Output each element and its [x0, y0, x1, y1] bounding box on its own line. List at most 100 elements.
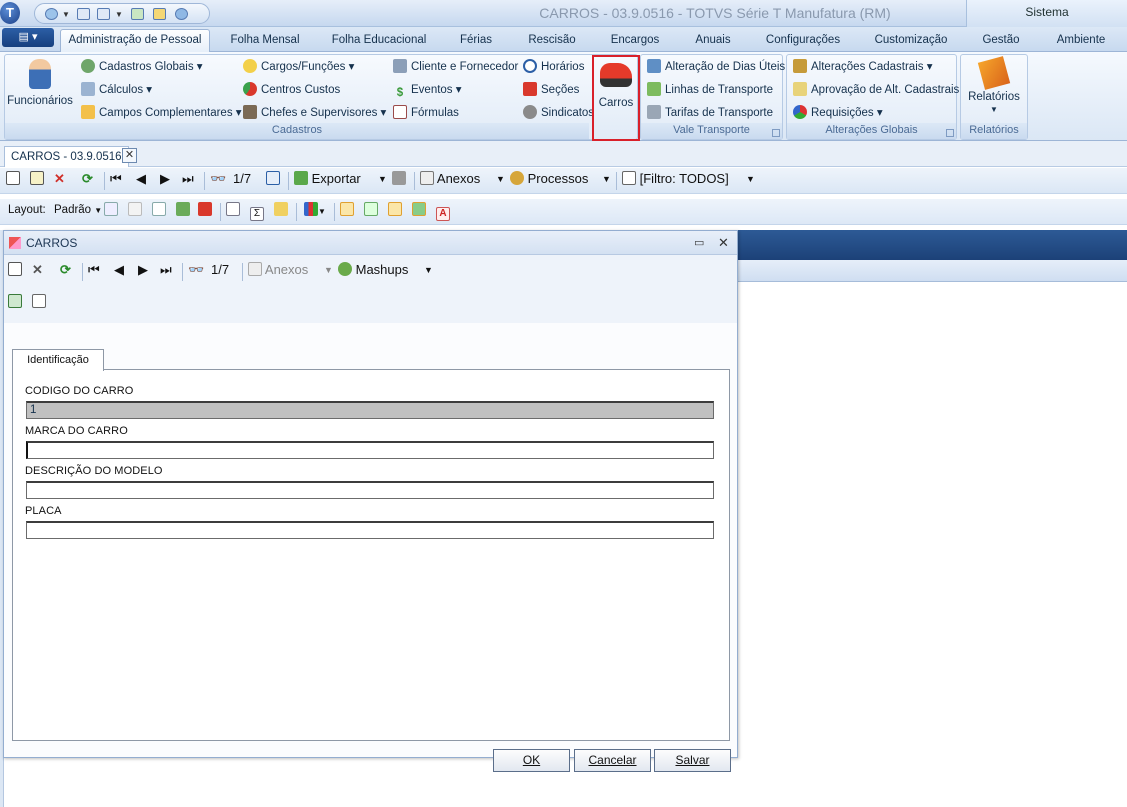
maximize-icon[interactable]: ▭: [694, 231, 704, 255]
next-record-icon[interactable]: ▶: [138, 259, 148, 281]
descricao-modelo-field[interactable]: [26, 481, 714, 499]
tab-customizacao[interactable]: Customização: [870, 31, 952, 51]
cancel-button[interactable]: Cancelar: [574, 749, 651, 772]
grid-view-icon[interactable]: [266, 171, 280, 185]
previous-record-icon[interactable]: ◀: [136, 168, 146, 190]
layout-copy-icon[interactable]: [128, 202, 142, 216]
layout-list-icon[interactable]: [152, 202, 166, 216]
funcionarios-button[interactable]: Funcionários: [7, 59, 73, 119]
ok-button[interactable]: OK: [493, 749, 570, 772]
previous-record-icon[interactable]: ◀: [114, 259, 124, 281]
cadastros-globais-menu[interactable]: Cadastros Globais ▾: [81, 58, 203, 76]
tarifas-transporte-button[interactable]: Tarifas de Transporte: [647, 104, 773, 122]
view-detail-icon[interactable]: [412, 202, 426, 216]
first-record-icon[interactable]: ⏮: [88, 259, 100, 281]
layout-save-icon[interactable]: [104, 202, 118, 216]
tab-ferias[interactable]: Férias: [454, 31, 498, 51]
calculos-menu[interactable]: Cálculos ▾: [81, 81, 152, 99]
tab-folha-mensal[interactable]: Folha Mensal: [226, 31, 304, 51]
last-record-icon[interactable]: ⏭: [182, 168, 194, 190]
edit-icon[interactable]: [30, 171, 44, 185]
tab-folha-educacional[interactable]: Folha Educacional: [326, 31, 432, 51]
chefes-supervisores-menu[interactable]: Chefes e Supervisores ▾: [243, 104, 386, 122]
aprovacao-alt-cadastrais-button[interactable]: Aprovação de Alt. Cadastrais: [793, 81, 959, 99]
sindicatos-button[interactable]: Sindicatos: [523, 104, 594, 122]
formulas-button[interactable]: Fórmulas: [393, 104, 459, 122]
chevron-down-icon[interactable]: ▼: [424, 259, 433, 281]
window-icon[interactable]: [77, 8, 90, 20]
tab-administracao-de-pessoal[interactable]: Administração de Pessoal: [60, 29, 210, 52]
window-blank-icon[interactable]: [97, 8, 110, 20]
globe-icon[interactable]: [45, 8, 58, 20]
tab-anuais[interactable]: Anuais: [688, 31, 738, 51]
form-view-icon[interactable]: [8, 294, 22, 308]
codigo-carro-field[interactable]: 1: [26, 401, 714, 419]
list-view-icon[interactable]: [32, 294, 46, 308]
marca-carro-field[interactable]: [26, 441, 714, 459]
anexos-button[interactable]: Anexos: [420, 168, 480, 190]
print-icon[interactable]: [392, 171, 406, 185]
placa-field[interactable]: [26, 521, 714, 539]
close-icon[interactable]: ✕: [718, 231, 729, 255]
tab-rescisao[interactable]: Rescisão: [522, 31, 582, 51]
first-record-icon[interactable]: ⏮: [110, 168, 122, 190]
dialog-launcher-icon[interactable]: [946, 129, 954, 137]
chart-icon[interactable]: [304, 202, 318, 216]
last-record-icon[interactable]: ⏭: [160, 259, 172, 281]
cargos-funcoes-menu[interactable]: Cargos/Funções ▾: [243, 58, 354, 76]
chevron-down-icon[interactable]: ▼: [378, 168, 387, 190]
binoculars-icon[interactable]: 👓: [210, 168, 226, 190]
tab-ambiente[interactable]: Ambiente: [1052, 31, 1110, 51]
tab-identificacao[interactable]: Identificação: [12, 349, 104, 371]
sum-icon[interactable]: Σ: [250, 207, 264, 221]
view-form-icon[interactable]: [340, 202, 354, 216]
layout-delete-icon[interactable]: [198, 202, 212, 216]
view-list-icon[interactable]: [364, 202, 378, 216]
filtro-button[interactable]: [Filtro: TODOS]: [622, 168, 729, 190]
chevron-down-icon[interactable]: ▼: [62, 10, 70, 19]
tab-configuracoes[interactable]: Configurações: [762, 31, 844, 51]
layout-select[interactable]: Padrão ▼: [54, 199, 102, 221]
refresh-icon[interactable]: ⟳: [60, 259, 71, 281]
eventos-menu[interactable]: $ Eventos ▾: [393, 81, 462, 99]
delete-icon[interactable]: ✕: [54, 168, 65, 190]
mashups-button[interactable]: Mashups: [338, 259, 408, 281]
alteracoes-cadastrais-menu[interactable]: Alterações Cadastrais ▾: [793, 58, 932, 76]
processos-button[interactable]: Processos: [510, 168, 588, 190]
chevron-down-icon[interactable]: ▼: [496, 168, 505, 190]
close-icon[interactable]: ✕: [122, 148, 137, 163]
chevron-down-icon[interactable]: ▼: [324, 259, 333, 281]
alteracao-dias-uteis-button[interactable]: Alteração de Dias Úteis: [647, 58, 785, 76]
campos-complementares-menu[interactable]: Campos Complementares ▾: [81, 104, 242, 122]
anexos-button[interactable]: Anexos: [248, 259, 308, 281]
horarios-button[interactable]: Horários: [523, 58, 584, 76]
view-grid-icon[interactable]: [388, 202, 402, 216]
binoculars-icon[interactable]: 👓: [188, 259, 204, 281]
delete-icon[interactable]: ✕: [32, 259, 43, 281]
secoes-button[interactable]: Seções: [523, 81, 579, 99]
dialog-launcher-icon[interactable]: [772, 129, 780, 137]
users-icon[interactable]: [153, 8, 166, 20]
play-icon[interactable]: [131, 8, 144, 20]
highlight-icon[interactable]: [274, 202, 288, 216]
exportar-button[interactable]: Exportar: [294, 168, 361, 190]
document-tab-carros[interactable]: CARROS - 03.9.0516: [4, 146, 129, 167]
font-icon[interactable]: A: [436, 207, 450, 221]
save-button[interactable]: Salvar: [654, 749, 731, 772]
tab-encargos[interactable]: Encargos: [604, 31, 666, 51]
relatorios-button[interactable]: Relatórios ▼: [961, 56, 1027, 121]
centros-custos-button[interactable]: Centros Custos: [243, 81, 340, 99]
new-icon[interactable]: [8, 262, 22, 276]
linhas-transporte-button[interactable]: Linhas de Transporte: [647, 81, 773, 99]
carros-button[interactable]: Carros: [592, 55, 640, 141]
new-icon[interactable]: [6, 171, 20, 185]
group-icon[interactable]: [226, 202, 240, 216]
help-globe-icon[interactable]: [175, 8, 188, 20]
chevron-down-icon[interactable]: ▼: [602, 168, 611, 190]
cliente-fornecedor-button[interactable]: Cliente e Fornecedor: [393, 58, 518, 76]
chevron-down-icon[interactable]: ▼: [115, 10, 123, 19]
app-menu-button[interactable]: ▤ ▾: [2, 28, 54, 47]
next-record-icon[interactable]: ▶: [160, 168, 170, 190]
layout-import-icon[interactable]: [176, 202, 190, 216]
refresh-icon[interactable]: ⟳: [82, 168, 93, 190]
